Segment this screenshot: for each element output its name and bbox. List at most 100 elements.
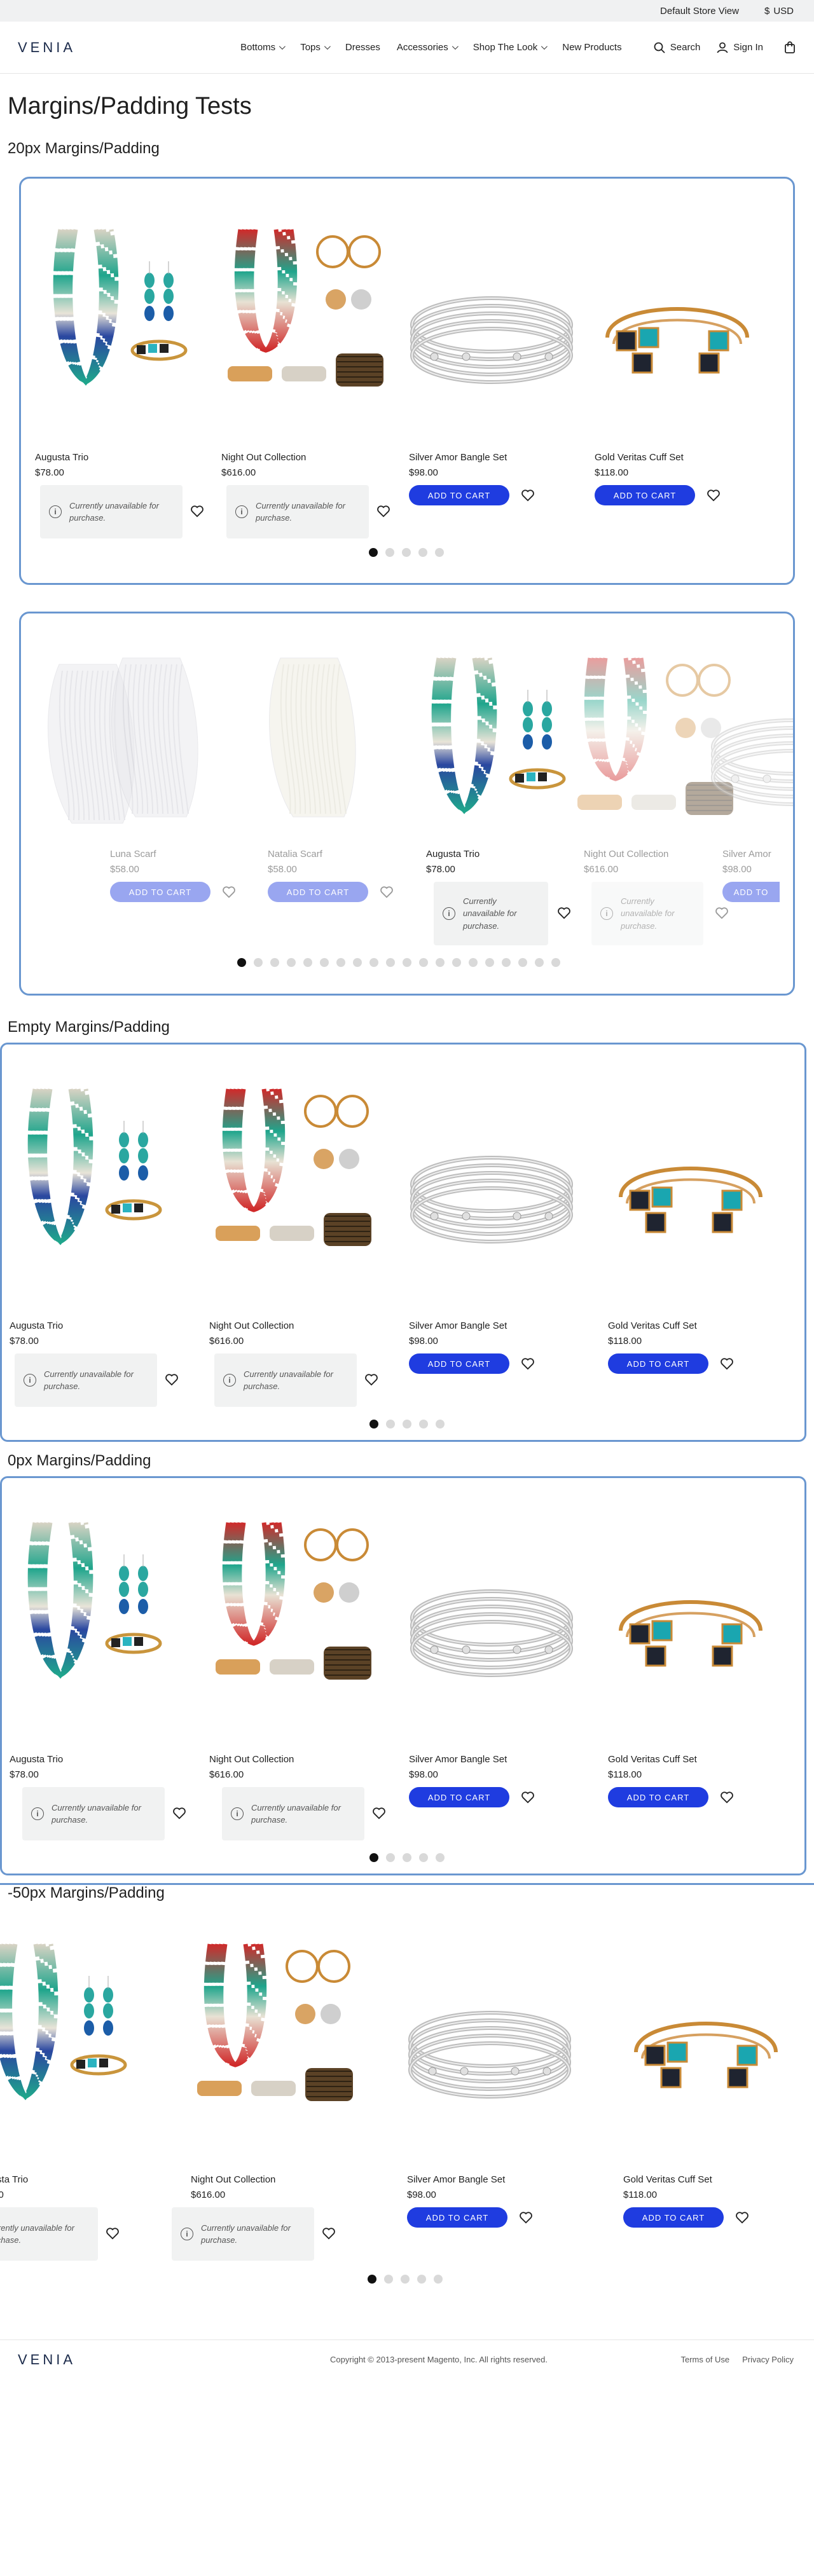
wishlist-heart-icon[interactable] [222, 885, 236, 899]
wishlist-heart-icon[interactable] [190, 504, 204, 518]
carousel-dot[interactable] [418, 548, 427, 557]
carousel-dot[interactable] [254, 958, 263, 967]
add-to-cart-button[interactable]: ADD TO CART [623, 2207, 724, 2228]
wishlist-heart-icon[interactable] [106, 2226, 120, 2240]
nav-item-dresses[interactable]: Dresses [345, 42, 380, 53]
wishlist-heart-icon[interactable] [372, 1806, 386, 1820]
carousel-dot[interactable] [403, 958, 411, 967]
carousel-dot[interactable] [287, 958, 296, 967]
carousel-dot[interactable] [417, 2275, 426, 2284]
carousel-dot[interactable] [502, 958, 511, 967]
carousel-dot[interactable] [518, 958, 527, 967]
wishlist-heart-icon[interactable] [521, 1357, 535, 1371]
nav-item-shop-the-look[interactable]: Shop The Look [473, 42, 548, 53]
add-to-cart-button[interactable]: ADD TO CART [595, 485, 695, 505]
carousel-dot[interactable] [452, 958, 461, 967]
nav-item-new-products[interactable]: New Products [562, 42, 621, 53]
carousel-dot[interactable] [386, 958, 395, 967]
carousel-dot[interactable] [434, 2275, 443, 2284]
add-to-cart-button[interactable]: ADD TO CART [110, 882, 210, 902]
carousel-dot[interactable] [436, 1420, 445, 1428]
add-to-cart-button[interactable]: ADD TO CART [409, 485, 509, 505]
carousel-dot[interactable] [384, 2275, 393, 2284]
wishlist-heart-icon[interactable] [165, 1373, 179, 1387]
carousel-dot[interactable] [469, 958, 478, 967]
product-image[interactable] [209, 1516, 375, 1691]
nav-item-accessories[interactable]: Accessories [397, 42, 459, 53]
product-image[interactable] [409, 1140, 574, 1264]
carousel-dot[interactable] [419, 958, 428, 967]
carousel-dot[interactable] [320, 958, 329, 967]
logo[interactable]: VENIA [18, 39, 183, 56]
carousel-dot[interactable] [303, 958, 312, 967]
signin-button[interactable]: Sign In [717, 42, 763, 53]
wishlist-heart-icon[interactable] [172, 1806, 186, 1820]
wishlist-heart-icon[interactable] [521, 1790, 535, 1804]
carousel-dot[interactable] [403, 1853, 411, 1862]
wishlist-heart-icon[interactable] [720, 1790, 734, 1804]
carousel-dot[interactable] [535, 958, 544, 967]
cart-button[interactable] [783, 41, 796, 54]
carousel-dot[interactable] [403, 1420, 411, 1428]
currency-switcher[interactable]: $ USD [764, 6, 794, 17]
carousel-dot[interactable] [401, 2275, 410, 2284]
wishlist-heart-icon[interactable] [364, 1373, 378, 1387]
carousel-dot[interactable] [435, 548, 444, 557]
search-button[interactable]: Search [654, 42, 700, 53]
wishlist-heart-icon[interactable] [376, 504, 390, 518]
add-to-cart-button[interactable]: ADD TO CART [409, 1787, 509, 1807]
wishlist-heart-icon[interactable] [519, 2210, 533, 2224]
add-to-cart-button[interactable]: ADD TO CART [407, 2207, 507, 2228]
carousel-dot[interactable] [237, 958, 246, 967]
carousel-dot[interactable] [368, 2275, 376, 2284]
carousel-dot[interactable] [419, 1853, 428, 1862]
carousel-dot[interactable] [369, 958, 378, 967]
product-image[interactable] [35, 223, 188, 398]
carousel-dot[interactable] [353, 958, 362, 967]
wishlist-heart-icon[interactable] [521, 488, 535, 502]
product-image[interactable] [221, 223, 387, 398]
wishlist-heart-icon[interactable] [735, 2210, 749, 2224]
carousel-dot[interactable] [419, 1420, 428, 1428]
carousel-dot[interactable] [551, 958, 560, 967]
wishlist-heart-icon[interactable] [720, 1357, 734, 1371]
product-image[interactable] [97, 652, 212, 826]
terms-link[interactable]: Terms of Use [681, 2355, 730, 2364]
carousel-dot[interactable] [369, 1420, 378, 1428]
product-image[interactable] [0, 1938, 127, 2113]
add-to-cart-button[interactable]: ADD TO CART [608, 1353, 708, 1374]
carousel-dot[interactable] [386, 1420, 395, 1428]
add-to-cart-button[interactable]: ADD TO [722, 882, 780, 902]
carousel-dot[interactable] [369, 548, 378, 557]
wishlist-heart-icon[interactable] [322, 2226, 336, 2240]
carousel-dot[interactable] [336, 958, 345, 967]
product-image[interactable] [10, 1083, 162, 1257]
product-image[interactable] [409, 280, 574, 404]
product-image[interactable] [608, 1153, 773, 1251]
product-image[interactable] [10, 1516, 162, 1691]
privacy-link[interactable]: Privacy Policy [742, 2355, 794, 2364]
carousel-dot[interactable] [485, 958, 494, 967]
carousel-dot[interactable] [386, 1853, 395, 1862]
carousel-dot[interactable] [385, 548, 394, 557]
carousel-dot[interactable] [270, 958, 279, 967]
product-image[interactable] [191, 1938, 356, 2113]
product-image[interactable] [595, 293, 760, 392]
carousel-dot[interactable] [369, 1853, 378, 1862]
wishlist-heart-icon[interactable] [557, 906, 571, 920]
wishlist-heart-icon[interactable] [380, 885, 394, 899]
footer-logo[interactable]: VENIA [18, 2352, 76, 2368]
product-image[interactable] [409, 1573, 574, 1697]
product-image[interactable] [209, 1083, 375, 1257]
carousel-dot[interactable] [436, 958, 445, 967]
carousel-dot[interactable] [436, 1853, 445, 1862]
carousel-dot[interactable] [402, 548, 411, 557]
wishlist-heart-icon[interactable] [707, 488, 721, 502]
product-image[interactable] [407, 1995, 572, 2119]
add-to-cart-button[interactable]: ADD TO CART [268, 882, 368, 902]
product-image[interactable] [623, 2008, 789, 2106]
product-image[interactable] [255, 652, 369, 826]
product-image[interactable] [710, 702, 793, 826]
store-switcher[interactable]: Default Store View [660, 6, 739, 17]
add-to-cart-button[interactable]: ADD TO CART [409, 1353, 509, 1374]
